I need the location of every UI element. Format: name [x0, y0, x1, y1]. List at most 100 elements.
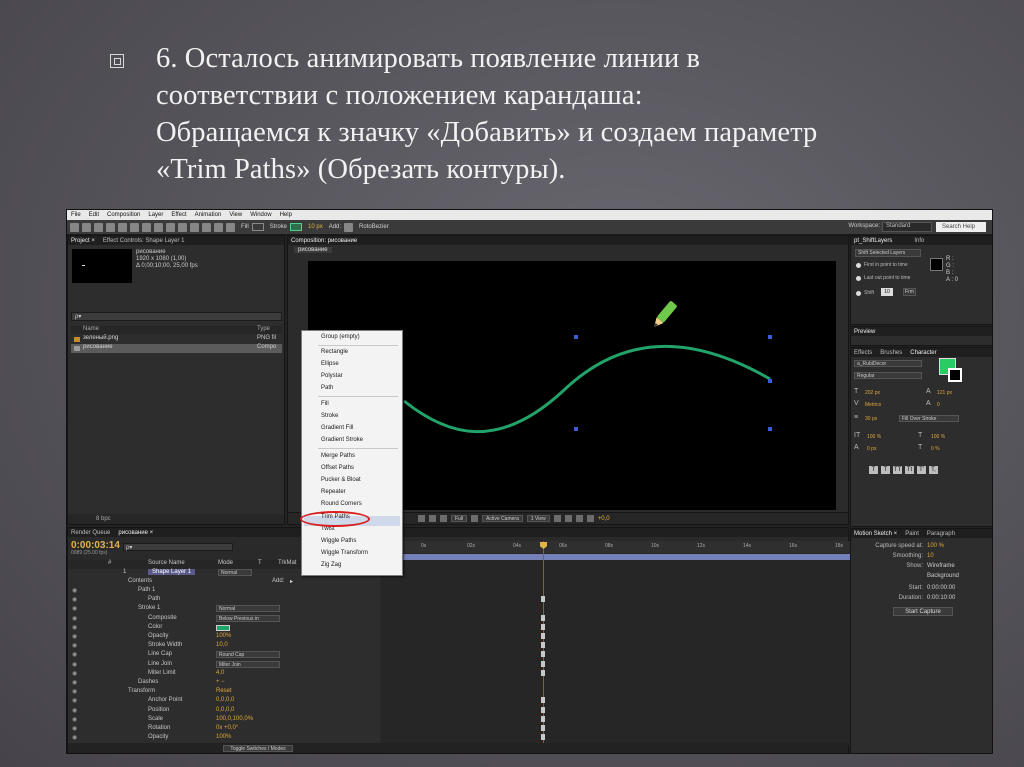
exposure-icon[interactable] [586, 515, 594, 522]
add-shape-icon[interactable]: ▸ [290, 578, 293, 585]
visibility-icon[interactable]: ◉ [72, 725, 77, 732]
menu-window[interactable]: Window [250, 212, 271, 218]
font-family-select[interactable]: a_RubiDecor [854, 360, 922, 367]
wireframe-checkbox[interactable]: Wireframe [927, 563, 955, 569]
property-row[interactable]: ◉ Line Join Miter Join [68, 660, 380, 670]
visibility-icon[interactable]: ◉ [72, 642, 77, 649]
keyframe-marker[interactable] [541, 697, 545, 704]
layer-mode-select[interactable]: Normal [218, 569, 252, 576]
project-item[interactable]: зеленый.png PNG fil [71, 335, 282, 344]
all-caps-button[interactable]: TT [893, 466, 902, 474]
kerning-value[interactable]: Metrics [865, 402, 881, 408]
col-type[interactable]: Type [257, 326, 270, 332]
exposure-value[interactable]: +0,0 [598, 516, 610, 522]
snapshot-icon[interactable] [440, 515, 447, 522]
tab-project[interactable]: Project × [71, 238, 95, 244]
property-row[interactable]: ◉ Stroke Width 10,0 [68, 642, 380, 651]
transform-handle[interactable] [768, 427, 772, 431]
prop-value[interactable]: 0,0,0,0 [216, 697, 234, 703]
menu-item-polystar[interactable]: Polystar [321, 373, 343, 379]
comp-breadcrumb[interactable]: рисование [294, 247, 332, 253]
tab-brushes[interactable]: Brushes [880, 350, 902, 356]
rotobezier-checkbox[interactable]: RotoBezier [359, 224, 389, 230]
tab-effect-controls[interactable]: Effect Controls: Shape Layer 1 [103, 238, 185, 244]
visibility-icon[interactable]: ◉ [72, 688, 77, 695]
property-row[interactable]: ◉ Opacity 100% [68, 734, 380, 743]
radio-shift[interactable] [856, 291, 861, 296]
menu-item-offset-paths[interactable]: Offset Paths [321, 465, 354, 471]
add-icon[interactable] [344, 222, 354, 232]
zoom-tool-icon[interactable] [94, 222, 103, 232]
layer-duration-bar[interactable] [381, 554, 850, 560]
menu-animation[interactable]: Animation [195, 212, 222, 218]
radio-last-out[interactable] [856, 276, 861, 281]
visibility-icon[interactable]: ◉ [72, 661, 77, 668]
menu-item-ellipse[interactable]: Ellipse [321, 361, 339, 367]
menu-item-merge-paths[interactable]: Merge Paths [321, 453, 355, 459]
tracking-value[interactable]: 0 [937, 402, 940, 408]
tab-preview[interactable]: Preview [854, 329, 875, 335]
prop-value[interactable]: 100% [216, 633, 231, 639]
small-caps-button[interactable]: Tt [905, 466, 914, 474]
visibility-icon[interactable]: ◉ [72, 615, 77, 622]
prop-value[interactable]: 4,0 [216, 670, 224, 676]
clone-tool-icon[interactable] [190, 222, 199, 232]
roto-brush-tool-icon[interactable] [214, 222, 223, 232]
selection-tool-icon[interactable] [70, 222, 79, 232]
visibility-icon[interactable]: ◉ [72, 697, 77, 704]
workspace-select[interactable]: Standard [882, 222, 932, 232]
transform-handle[interactable] [574, 427, 578, 431]
keyframe-marker[interactable] [541, 734, 545, 741]
property-row[interactable]: ◉ Stroke 1 Normal [68, 605, 380, 614]
timeline-graph[interactable]: 0s 02s 04s 06s 08s 10s 12s 14s 16s 18s [381, 541, 850, 745]
menu-item-zig-zag[interactable]: Zig Zag [321, 562, 341, 568]
camera-select[interactable]: Active Camera [482, 515, 523, 522]
faux-bold-button[interactable]: T [869, 466, 878, 474]
prop-value[interactable]: + − [216, 679, 225, 685]
menu-item-gradient-fill[interactable]: Gradient Fill [321, 425, 353, 431]
capture-speed-value[interactable]: 100 % [927, 543, 944, 549]
menu-item-stroke[interactable]: Stroke [321, 413, 338, 419]
transform-handle[interactable] [768, 379, 772, 383]
search-help-input[interactable]: Search Help [936, 222, 986, 232]
project-item[interactable]: рисование Compo [71, 344, 282, 353]
camera-tool-icon[interactable] [118, 222, 127, 232]
radio-first-in[interactable] [856, 263, 861, 268]
stroke-width-value[interactable]: 10 px [308, 224, 323, 230]
region-icon[interactable] [471, 515, 479, 522]
prop-value[interactable]: 0,0,0,0 [216, 707, 234, 713]
magnification-icon[interactable] [418, 515, 425, 522]
tab-composition[interactable]: Composition: рисование [291, 238, 357, 244]
visibility-icon[interactable]: ◉ [72, 716, 77, 723]
rotate-tool-icon[interactable] [106, 222, 115, 232]
tab-info[interactable]: Info [914, 238, 924, 244]
keyframe-marker[interactable] [541, 633, 545, 639]
prop-dropdown[interactable]: Below Previous in [216, 614, 280, 622]
property-row[interactable]: ◉ Position 0,0,0,0 [68, 707, 380, 716]
menu-item-rectangle[interactable]: Rectangle [321, 349, 348, 355]
background-checkbox[interactable]: Background [927, 573, 959, 579]
start-capture-button[interactable]: Start Capture [893, 607, 953, 616]
visibility-icon[interactable]: ◉ [72, 670, 77, 677]
property-row[interactable]: ◉ Composite Below Previous in [68, 614, 380, 624]
property-row[interactable]: ◉ Miter Limit 4,0 [68, 670, 380, 679]
col-name[interactable]: Name [83, 326, 99, 332]
stroke-px-value[interactable]: 30 px [865, 416, 877, 422]
keyframe-marker[interactable] [541, 623, 545, 630]
property-row[interactable]: ◉ Dashes + − [68, 679, 380, 688]
superscript-button[interactable]: T' [917, 466, 926, 474]
tab-motion-sketch[interactable]: Motion Sketch × [854, 531, 897, 537]
property-row[interactable]: ◉ Path [68, 596, 380, 605]
property-row[interactable]: ◉ Opacity 100% [68, 633, 380, 642]
project-search-input[interactable]: ρ▾ [71, 312, 282, 321]
visibility-icon[interactable]: ◉ [72, 596, 77, 603]
property-row[interactable]: ◉ Anchor Point 0,0,0,0 [68, 697, 380, 706]
view-layout-select[interactable]: 1 View [526, 515, 550, 522]
property-row[interactable]: ◉ Line Cap Round Cap [68, 651, 380, 660]
tsume-value[interactable]: 0 % [931, 446, 940, 452]
menu-item-gradient-stroke[interactable]: Gradient Stroke [321, 437, 363, 443]
property-row[interactable]: ◉ Rotation 0x +0,0° [68, 725, 380, 734]
keyframe-marker[interactable] [541, 715, 545, 722]
color-swatch[interactable] [216, 624, 230, 631]
stroke-color-swatch[interactable] [948, 368, 962, 382]
